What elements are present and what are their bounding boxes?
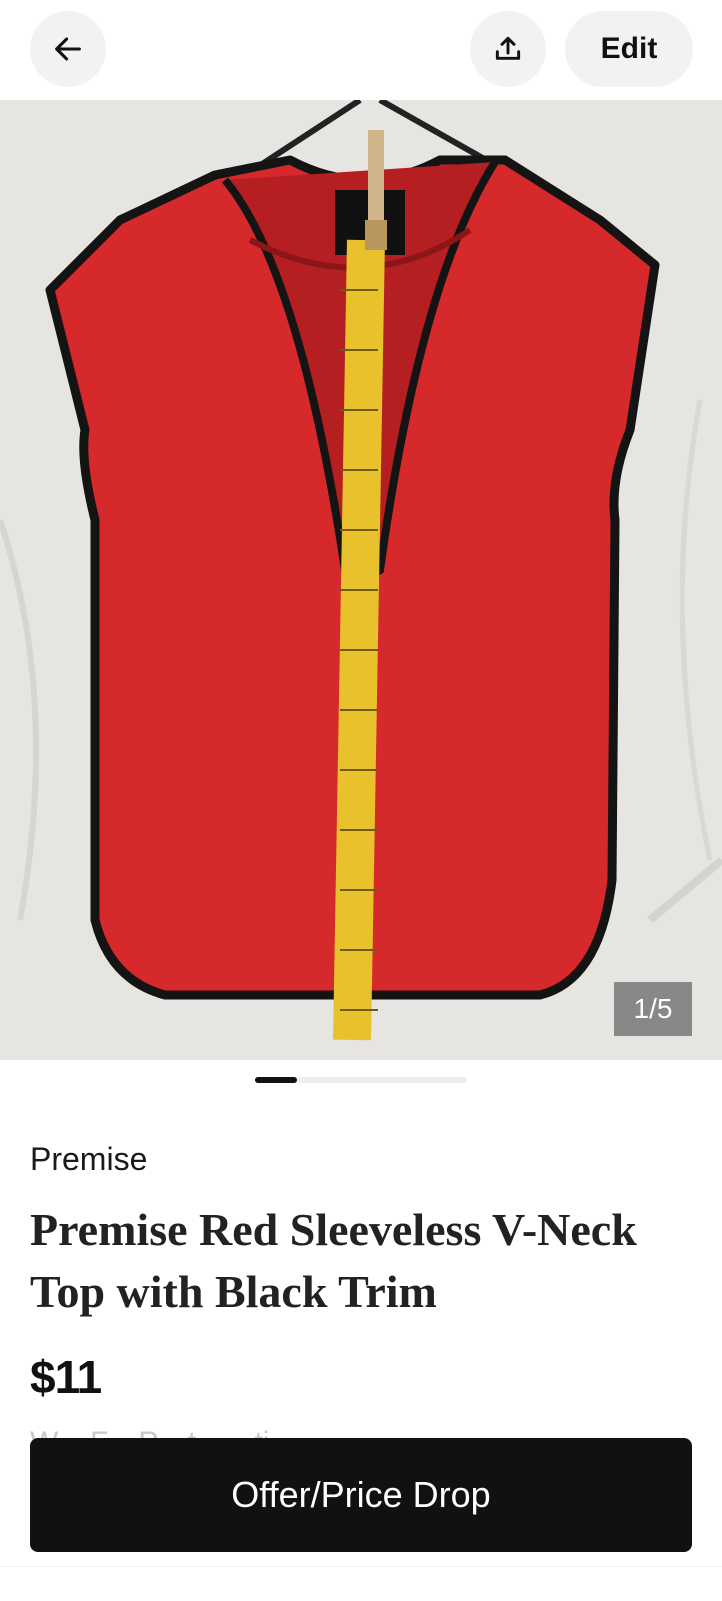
listing-title: Premise Red Sleeveless V-Neck Top with B… — [30, 1204, 637, 1317]
bottom-edge — [0, 1566, 722, 1601]
brand-name[interactable]: Premise — [30, 1141, 147, 1178]
arrow-left-icon — [55, 37, 81, 61]
gallery-progress-indicator — [255, 1077, 467, 1083]
offer-price-drop-button[interactable]: Offer/Price Drop — [30, 1438, 692, 1552]
top-bar: Edit — [0, 0, 722, 100]
product-image-gallery[interactable]: 1/5 — [0, 100, 722, 1060]
gallery-progress-fill — [255, 1077, 298, 1083]
listing-price: $11 — [30, 1351, 102, 1403]
edit-button[interactable]: Edit — [565, 11, 693, 87]
back-button[interactable] — [30, 11, 106, 87]
image-counter: 1/5 — [614, 982, 692, 1036]
product-photo — [0, 100, 722, 1060]
share-button[interactable] — [470, 11, 546, 87]
share-upload-icon — [495, 36, 521, 60]
